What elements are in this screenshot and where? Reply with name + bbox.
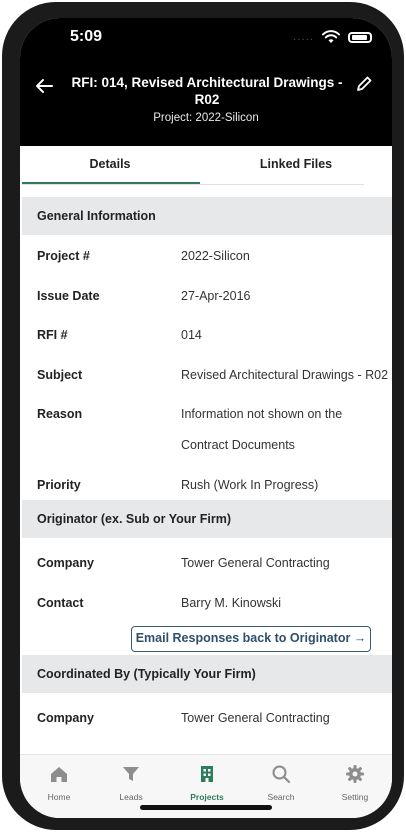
value-coordinated-company: Tower General Contracting: [181, 711, 330, 725]
value-priority: Rush (Work In Progress): [181, 478, 319, 492]
tab-divider: [22, 184, 364, 185]
filter-icon: [123, 767, 139, 781]
home-indicator: [140, 805, 272, 810]
tab-details[interactable]: Details: [20, 146, 200, 186]
section-general-information: General Information: [22, 197, 392, 235]
nav-projects-label: Projects: [190, 792, 224, 802]
value-reason-line1: Information not shown on the: [181, 407, 343, 421]
value-subject: Revised Architectural Drawings - R02: [181, 368, 389, 382]
label-rfi-number: RFI #: [37, 328, 68, 342]
status-time: 5:09: [70, 28, 103, 45]
value-reason-line2: Contract Documents: [181, 438, 295, 452]
value-originator-company: Tower General Contracting: [181, 556, 330, 570]
nav-projects[interactable]: Projects: [170, 763, 244, 802]
details-content[interactable]: General Information Project # 2022-Silic…: [20, 194, 392, 759]
wifi-icon: [322, 30, 340, 43]
gear-icon: [346, 765, 364, 783]
home-icon: [51, 767, 67, 782]
tab-bar: Details Linked Files: [20, 146, 392, 186]
building-icon: [201, 766, 213, 782]
back-arrow-icon[interactable]: [34, 76, 54, 96]
label-coordinated-company: Company: [37, 711, 94, 725]
nav-home[interactable]: Home: [22, 763, 96, 802]
section-originator: Originator (ex. Sub or Your Firm): [22, 500, 392, 538]
signal-dots: .....: [293, 31, 314, 43]
value-originator-contact: Barry M. Kinowski: [181, 596, 282, 610]
label-originator-company: Company: [37, 556, 94, 570]
pencil-icon[interactable]: [354, 74, 374, 94]
label-reason: Reason: [37, 407, 83, 421]
page-subtitle: Project: 2022-Silicon: [153, 112, 259, 124]
app-header: 5:09 ..... RFI: 014, Revised Architectur…: [20, 18, 392, 146]
status-icons: .....: [293, 30, 372, 44]
email-responses-button[interactable]: Email Responses back to Originator →: [131, 626, 371, 652]
page-title: RFI: 014, Revised Architectural Drawings…: [71, 75, 343, 107]
nav-leads-label: Leads: [119, 792, 143, 802]
label-subject: Subject: [37, 368, 83, 382]
value-project-number: 2022-Silicon: [181, 249, 250, 263]
value-issue-date: 27-Apr-2016: [181, 289, 251, 303]
section-coordinated-by: Coordinated By (Typically Your Firm): [22, 655, 392, 693]
label-issue-date: Issue Date: [37, 289, 100, 303]
label-priority: Priority: [37, 478, 81, 492]
label-originator-contact: Contact: [37, 596, 84, 610]
battery-icon: [348, 31, 372, 43]
nav-home-label: Home: [47, 792, 71, 802]
search-icon: [272, 765, 291, 784]
nav-setting-label: Setting: [341, 792, 369, 802]
phone-frame: 5:09 ..... RFI: 014, Revised Architectur…: [2, 2, 404, 830]
screen: 5:09 ..... RFI: 014, Revised Architectur…: [20, 18, 392, 818]
value-rfi-number: 014: [181, 328, 202, 342]
tab-linked-files[interactable]: Linked Files: [206, 146, 386, 186]
nav-search-label: Search: [267, 792, 295, 802]
nav-setting[interactable]: Setting: [318, 763, 392, 802]
nav-leads[interactable]: Leads: [94, 763, 168, 802]
label-project-number: Project #: [37, 249, 90, 263]
nav-search[interactable]: Search: [244, 763, 318, 802]
